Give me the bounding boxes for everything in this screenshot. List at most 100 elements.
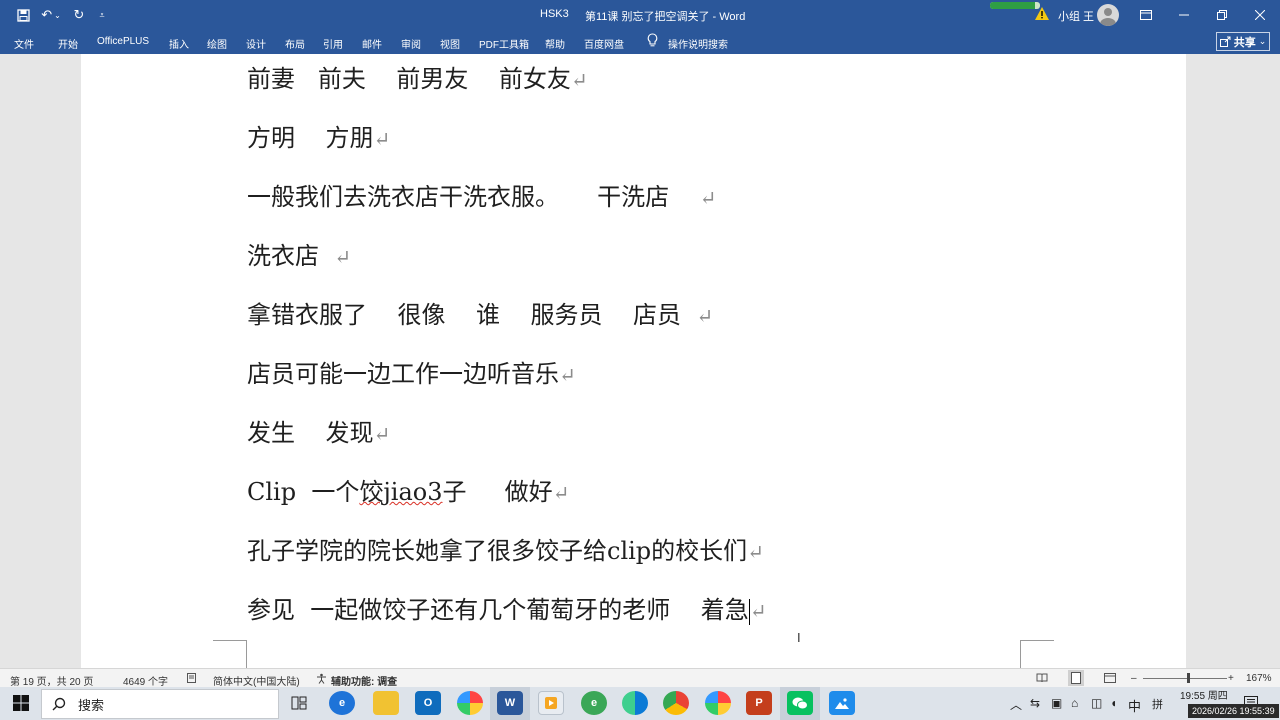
zoom-slider[interactable] bbox=[1143, 678, 1227, 679]
paragraph-mark-icon: ↵ bbox=[749, 599, 767, 623]
document-line[interactable]: 方明 方朋↵ bbox=[247, 123, 390, 154]
search-placeholder: 搜索 bbox=[78, 697, 105, 713]
tray-app-2-icon[interactable]: ▣ bbox=[1051, 696, 1062, 710]
photos-icon[interactable] bbox=[829, 691, 855, 715]
paragraph-mark-icon: ↵ bbox=[747, 540, 764, 564]
redo-icon[interactable]: ↻ bbox=[70, 4, 88, 26]
warning-icon[interactable] bbox=[1035, 7, 1049, 23]
document-line[interactable]: 拿错衣服了 很像 谁 服务员 店员 ↵ bbox=[247, 300, 713, 331]
search-icon bbox=[52, 697, 66, 711]
web-layout-icon[interactable] bbox=[1104, 673, 1116, 686]
accessibility-icon[interactable] bbox=[316, 673, 327, 687]
tray-app-icon[interactable]: ⇆ bbox=[1030, 696, 1040, 710]
document-line[interactable]: 洗衣店 ↵ bbox=[247, 241, 351, 272]
ribbon-tabs: 文件 开始 OfficePLUS 插入 绘图 设计 布局 引用 邮件 审阅 视图… bbox=[0, 30, 1280, 54]
document-line[interactable]: 店员可能一边工作一边听音乐↵ bbox=[247, 359, 576, 390]
document-line[interactable]: Clip 一个饺jiao3子 做好↵ bbox=[247, 477, 569, 508]
tab-officeplus[interactable]: OfficePLUS bbox=[97, 36, 149, 47]
paragraph-mark-icon: ↵ bbox=[552, 481, 570, 505]
user-name[interactable]: 小组 王 bbox=[1058, 8, 1094, 24]
tab-file[interactable]: 文件 bbox=[14, 36, 34, 51]
document-name: HSK3 bbox=[540, 8, 569, 20]
paragraph-mark-icon: ↵ bbox=[699, 186, 717, 210]
zoom-slider-thumb[interactable] bbox=[1187, 673, 1190, 683]
customize-icon[interactable]: ⩡ bbox=[96, 4, 108, 26]
tab-mailings[interactable]: 邮件 bbox=[362, 36, 382, 51]
outlook-icon[interactable]: O bbox=[415, 691, 441, 715]
tab-view[interactable]: 视图 bbox=[440, 36, 460, 51]
share-label: 共享 bbox=[1233, 36, 1256, 49]
ime-mode[interactable]: 中 bbox=[1128, 696, 1141, 715]
page-count[interactable]: 第 19 页，共 20 页 bbox=[10, 673, 93, 688]
language[interactable]: 简体中文(中国大陆) bbox=[213, 673, 300, 688]
document-line[interactable]: 一般我们去洗衣店干洗衣服。 干洗店 ↵ bbox=[247, 182, 716, 213]
minimize-button[interactable] bbox=[1166, 0, 1202, 30]
tray-overflow-icon[interactable]: ︿ bbox=[1010, 696, 1022, 713]
ribbon-display-icon[interactable] bbox=[1128, 0, 1164, 30]
edge-icon[interactable] bbox=[622, 691, 648, 715]
excel-green-icon[interactable]: e bbox=[581, 691, 607, 715]
paragraph-mark-icon: ↵ bbox=[570, 68, 588, 92]
file-explorer-icon[interactable] bbox=[373, 691, 399, 715]
browser-icon[interactable] bbox=[457, 691, 483, 715]
windows-start-icon[interactable] bbox=[8, 691, 34, 715]
title-bar: ↶ ⌄ ↻ ⩡ HSK3 第11课 别忘了把空调关了 - Word 小组 王 bbox=[0, 0, 1280, 30]
edge-legacy-icon[interactable]: e bbox=[329, 691, 355, 715]
paragraph-mark-icon: ↵ bbox=[334, 245, 352, 269]
chrome-icon[interactable] bbox=[663, 691, 689, 715]
restore-button[interactable] bbox=[1204, 0, 1240, 30]
ibeam-cursor-icon: I bbox=[797, 630, 801, 645]
crop-mark bbox=[1020, 640, 1054, 668]
wechat-icon[interactable] bbox=[787, 691, 813, 715]
tab-pdf-tools[interactable]: PDF工具箱 bbox=[479, 36, 529, 51]
word-icon[interactable]: W bbox=[497, 691, 523, 715]
volume-icon[interactable]: ◖ bbox=[1110, 696, 1117, 710]
status-bar: 第 19 页，共 20 页 4649 个字 简体中文(中国大陆) 辅助功能: 调… bbox=[0, 668, 1280, 688]
read-mode-icon[interactable] bbox=[1036, 673, 1048, 686]
chevron-down-icon: ⌄ bbox=[1258, 36, 1267, 46]
avatar[interactable] bbox=[1097, 4, 1119, 26]
task-view-icon[interactable] bbox=[286, 691, 312, 715]
close-button[interactable] bbox=[1242, 0, 1278, 30]
document-line[interactable]: 发生 发现↵ bbox=[247, 418, 390, 449]
network-icon[interactable]: ◫ bbox=[1091, 696, 1102, 710]
taskbar: 搜索 e O W e P ︿ ⇆ ▣ ⌂ ◫ ◖ 中 拼 19:55 周四 bbox=[0, 687, 1280, 720]
paragraph-mark-icon: ↵ bbox=[559, 363, 576, 387]
tab-design[interactable]: 设计 bbox=[246, 36, 266, 51]
tab-review[interactable]: 审阅 bbox=[401, 36, 421, 51]
media-player-icon[interactable] bbox=[538, 691, 564, 715]
tab-layout[interactable]: 布局 bbox=[285, 36, 305, 51]
browser-2-icon[interactable] bbox=[705, 691, 731, 715]
tab-help[interactable]: 帮助 bbox=[545, 36, 565, 51]
accessibility-status[interactable]: 辅助功能: 调查 bbox=[331, 673, 397, 688]
window-title: 第11课 别忘了把空调关了 - Word bbox=[585, 11, 746, 23]
save-icon[interactable] bbox=[14, 4, 32, 26]
document-line[interactable]: 参见 一起做饺子还有几个葡萄牙的老师 着急↵ bbox=[247, 595, 767, 626]
ime-pinyin[interactable]: 拼 bbox=[1152, 696, 1163, 712]
tab-draw[interactable]: 绘图 bbox=[207, 36, 227, 51]
proofing-icon[interactable] bbox=[187, 673, 198, 686]
lightbulb-icon[interactable] bbox=[647, 33, 658, 50]
spelling-error: 饺jiao3 bbox=[359, 478, 443, 506]
undo-icon[interactable]: ↶ ⌄ bbox=[38, 4, 64, 26]
taskbar-search[interactable]: 搜索 bbox=[41, 689, 279, 719]
document-line[interactable]: 孔子学院的院长她拿了很多饺子给clip的校长们↵ bbox=[247, 536, 764, 567]
zoom-level[interactable]: 167% bbox=[1246, 673, 1272, 684]
tell-me-search[interactable]: 操作说明搜索 bbox=[668, 36, 728, 51]
tab-insert[interactable]: 插入 bbox=[169, 36, 189, 51]
word-count[interactable]: 4649 个字 bbox=[123, 673, 168, 688]
share-button[interactable]: 共享 ⌄ bbox=[1216, 32, 1270, 51]
zoom-in-button[interactable]: + bbox=[1228, 673, 1234, 684]
tab-references[interactable]: 引用 bbox=[323, 36, 343, 51]
print-layout-icon[interactable] bbox=[1068, 670, 1084, 686]
zoom-out-button[interactable]: – bbox=[1131, 673, 1137, 684]
paragraph-mark-icon: ↵ bbox=[373, 127, 391, 151]
powerpoint-icon[interactable]: P bbox=[746, 691, 772, 715]
share-icon bbox=[1219, 36, 1231, 47]
tray-app-3-icon[interactable]: ⌂ bbox=[1071, 696, 1078, 710]
document-line[interactable]: 前妻 前夫 前男友 前女友↵ bbox=[247, 64, 588, 95]
tab-home[interactable]: 开始 bbox=[58, 36, 78, 51]
paragraph-mark-icon: ↵ bbox=[696, 304, 714, 328]
clock[interactable]: 19:55 周四 bbox=[1180, 690, 1228, 703]
tab-baidu-pan[interactable]: 百度网盘 bbox=[584, 36, 624, 51]
